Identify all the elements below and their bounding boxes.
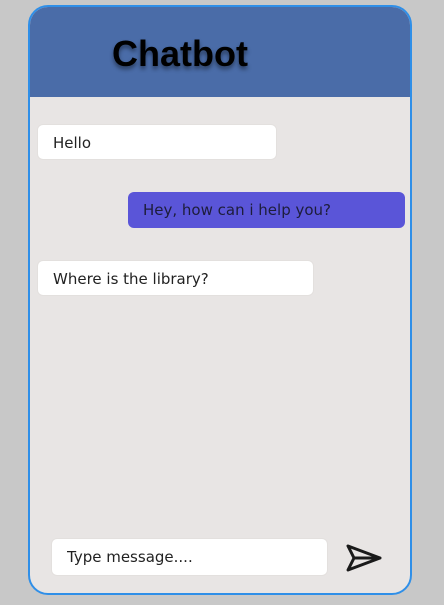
page-title: Chatbot: [112, 33, 248, 74]
message-input[interactable]: [51, 538, 328, 576]
chat-window: Chatbot Hello Hey, how can i help you? W…: [28, 5, 412, 595]
message-bubble-user: Where is the library?: [37, 260, 314, 296]
send-icon: [346, 544, 382, 572]
send-button[interactable]: [344, 542, 384, 574]
message-bubble-bot: Hey, how can i help you?: [128, 192, 405, 228]
chat-header: Chatbot: [30, 7, 410, 97]
message-bubble-user: Hello: [37, 124, 277, 160]
